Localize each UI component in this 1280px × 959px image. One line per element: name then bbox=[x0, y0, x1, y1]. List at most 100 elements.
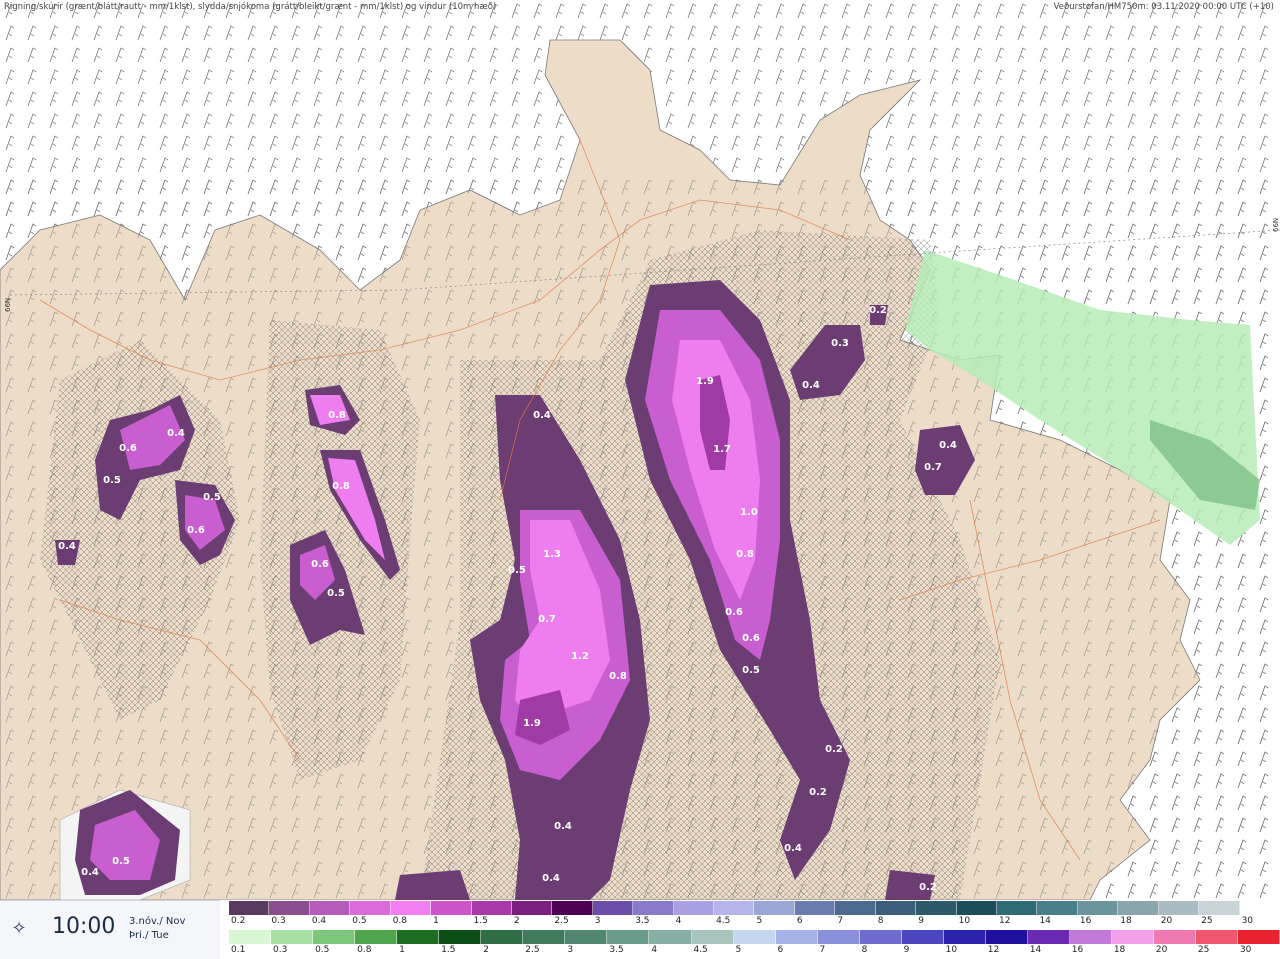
legend-swatch bbox=[350, 901, 391, 915]
legend-tick-label: 25 bbox=[1201, 916, 1213, 926]
precip-value-label: 0.6 bbox=[187, 525, 205, 536]
legend-tick-label: 30 bbox=[1239, 945, 1252, 955]
precip-value-label: 0.4 bbox=[802, 380, 820, 391]
precip-value-label: 0.5 bbox=[112, 856, 130, 867]
legend-rain-swatches bbox=[229, 930, 1280, 944]
legend-tick-label: 5 bbox=[756, 916, 763, 926]
legend-swatch bbox=[691, 930, 734, 944]
precip-value-label: 0.6 bbox=[742, 633, 760, 644]
legend-tick-label: 1.5 bbox=[473, 916, 488, 926]
legend-swatch bbox=[309, 901, 351, 915]
legend-tick-label: 0.8 bbox=[392, 916, 408, 926]
legend-swatch bbox=[439, 930, 482, 944]
legend-swatch bbox=[552, 901, 593, 915]
legend-swatch bbox=[1027, 930, 1070, 944]
legend-swatch bbox=[607, 930, 650, 944]
legend-tick-label: 10 bbox=[958, 916, 971, 926]
legend-tick-label: 16 bbox=[1079, 916, 1092, 926]
legend-swatch bbox=[565, 930, 608, 944]
legend-swatch bbox=[1111, 930, 1155, 944]
legend-tick-label: 0.8 bbox=[357, 945, 372, 955]
precip-value-label: 0.5 bbox=[103, 475, 121, 486]
precip-value-label: 0.4 bbox=[533, 410, 551, 421]
legend-swatch bbox=[817, 930, 860, 944]
legend-swatch bbox=[733, 930, 776, 944]
legend-swatch bbox=[1199, 901, 1240, 915]
legend-swatch bbox=[1069, 930, 1112, 944]
legend-tick-label: 2.5 bbox=[554, 916, 569, 926]
legend-tick-label: 0.1 bbox=[231, 945, 246, 955]
precip-value-label: 0.5 bbox=[327, 588, 345, 599]
precip-value-label: 0.5 bbox=[508, 565, 526, 576]
legend-tick-label: 5 bbox=[735, 945, 742, 955]
legend-tick-label: 12 bbox=[987, 945, 1000, 955]
precip-value-label: 0.8 bbox=[609, 671, 627, 682]
precip-value-label: 0.4 bbox=[81, 867, 99, 878]
legend-tick-label: 4.5 bbox=[693, 945, 708, 955]
legend-tick-label: 2.5 bbox=[525, 945, 540, 955]
legend-tick-label: 0.5 bbox=[352, 916, 367, 926]
precip-value-label: 0.4 bbox=[167, 428, 185, 439]
legend-rain-ticks: 0.1 0.3 0.5 0.8 1 1.5 2 2.5 3 3.5 4 4.5 5 6 7 8 9 10 12 14 1… bbox=[229, 945, 1280, 957]
precip-value-label: 0.6 bbox=[311, 559, 329, 570]
compass-star-icon: ✧ bbox=[11, 918, 27, 939]
legend-swatch bbox=[271, 930, 314, 944]
forecast-date-line1: 3.nóv./ Nov bbox=[129, 916, 186, 927]
precip-value-label: 0.2 bbox=[809, 787, 827, 798]
legend-swatch bbox=[269, 901, 310, 915]
precip-value-label: 0.2 bbox=[825, 744, 843, 755]
legend-tick-label: 0.3 bbox=[271, 916, 286, 926]
legend-swatch bbox=[1154, 930, 1197, 944]
legend-swatch bbox=[355, 930, 398, 944]
precip-value-label: 0.4 bbox=[784, 843, 802, 854]
legend-tick-label: 18 bbox=[1120, 916, 1132, 926]
legend-swatch bbox=[835, 901, 876, 915]
legend-tick-label: 3 bbox=[567, 945, 574, 955]
legend-swatch bbox=[649, 930, 692, 944]
legend-tick-label: 30 bbox=[1241, 916, 1254, 926]
legend-swatch bbox=[997, 901, 1038, 915]
legend-swatch bbox=[1118, 901, 1159, 915]
precip-value-label: 1.0 bbox=[740, 507, 758, 518]
legend-tick-label: 4.5 bbox=[716, 916, 731, 926]
legend-tick-label: 14 bbox=[1039, 916, 1051, 926]
legend-swatch bbox=[592, 901, 634, 915]
legend-swatch bbox=[1196, 930, 1239, 944]
precip-value-label: 0.4 bbox=[939, 440, 957, 451]
precip-value-label: 1.3 bbox=[543, 549, 561, 560]
legend-tick-label: 4 bbox=[651, 945, 658, 955]
precip-value-label: 0.8 bbox=[736, 549, 754, 560]
legend-tick-label: 7 bbox=[819, 945, 826, 955]
legend-tick-label: 7 bbox=[837, 916, 844, 926]
legend-snow-ticks: 0.2 0.3 0.4 0.5 0.8 1 1.5 2 2.5 3 3.5 4 4.5 5 6 7 8 9 10 12… bbox=[229, 916, 1280, 928]
legend-tick-label: 20 bbox=[1160, 916, 1173, 926]
legend-swatch bbox=[313, 930, 356, 944]
legend-swatch bbox=[985, 930, 1028, 944]
precip-value-label: 0.5 bbox=[742, 665, 760, 676]
legend-tick-label: 12 bbox=[999, 916, 1011, 926]
legend-tick-label: 1 bbox=[399, 945, 405, 955]
legend-tick-label: 0.3 bbox=[273, 945, 288, 955]
precip-value-label: 0.3 bbox=[831, 338, 849, 349]
legend-swatch bbox=[1238, 930, 1280, 944]
legend-tick-label: 3.5 bbox=[635, 916, 650, 926]
legend-tick-label: 0.5 bbox=[315, 945, 330, 955]
legend-swatch bbox=[859, 930, 902, 944]
legend-swatch bbox=[1158, 901, 1200, 915]
precip-value-label: 0.7 bbox=[538, 614, 556, 625]
grid-label-right: 66N bbox=[1272, 217, 1280, 232]
legend-tick-label: 3.5 bbox=[609, 945, 624, 955]
legend-swatch bbox=[633, 901, 674, 915]
forecast-time: 10:00 bbox=[52, 914, 116, 939]
precip-value-label: 0.8 bbox=[332, 481, 350, 492]
precip-value-label: 1.7 bbox=[713, 444, 731, 455]
legend-swatch bbox=[943, 930, 986, 944]
model-run-info: Veðurstofan/HM750m: 03.11.2020 00:00 UTC… bbox=[1053, 2, 1274, 12]
legend-tick-label: 16 bbox=[1071, 945, 1084, 955]
legend-swatch bbox=[511, 901, 553, 915]
precip-value-label: 0.4 bbox=[542, 873, 560, 884]
legend-tick-label: 6 bbox=[796, 916, 803, 926]
legend-swatch bbox=[229, 901, 270, 915]
legend-swatch bbox=[916, 901, 957, 915]
legend-tick-label: 14 bbox=[1029, 945, 1042, 955]
